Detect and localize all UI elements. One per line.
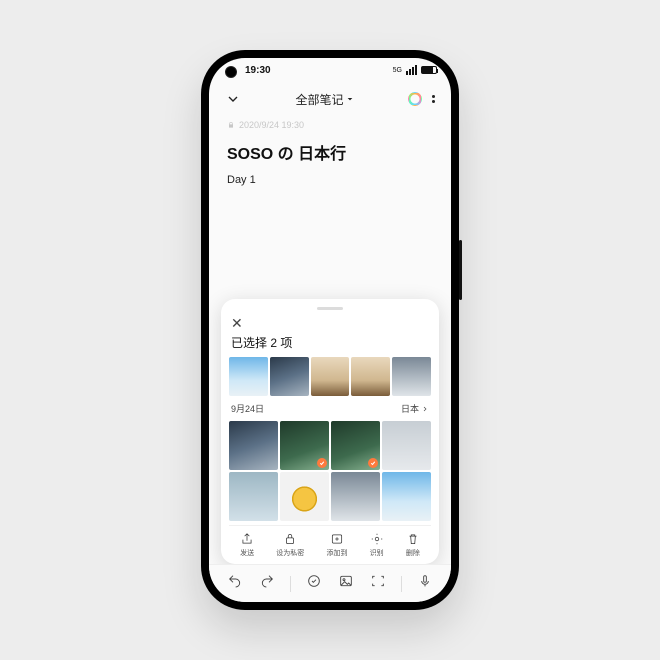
app-header: 全部笔记 xyxy=(209,82,451,116)
thumbnail[interactable] xyxy=(280,421,329,470)
share-button[interactable]: 发送 xyxy=(240,532,254,558)
more-button[interactable] xyxy=(432,95,435,103)
section-date: 9月24日 xyxy=(231,402,264,415)
checkmark-icon xyxy=(317,458,327,468)
editor-toolbar xyxy=(209,564,451,602)
back-button[interactable] xyxy=(225,91,241,107)
thumbnail[interactable] xyxy=(382,472,431,521)
toolbar-separator xyxy=(290,576,291,592)
insert-image-button[interactable] xyxy=(338,573,354,594)
thumbnail[interactable] xyxy=(331,421,380,470)
thumbnail[interactable] xyxy=(229,472,278,521)
thumbnail[interactable] xyxy=(229,421,278,470)
delete-button[interactable]: 删除 xyxy=(406,532,420,558)
set-private-button[interactable]: 设为私密 xyxy=(276,532,304,558)
phone-frame: 19:30 5G 全部笔记 2020/9/24 19:30 xyxy=(201,50,459,610)
signal-icon xyxy=(406,65,417,75)
sync-icon[interactable] xyxy=(408,92,422,106)
checklist-button[interactable] xyxy=(306,573,322,594)
redo-button[interactable] xyxy=(259,573,275,594)
front-camera xyxy=(225,66,237,78)
recognize-button[interactable]: 识别 xyxy=(370,532,384,558)
sheet-handle[interactable] xyxy=(317,307,343,310)
note-timestamp: 2020/9/24 19:30 xyxy=(239,120,304,130)
thumbnail-grid-day xyxy=(229,421,431,521)
status-network: 5G xyxy=(393,67,402,74)
battery-icon xyxy=(421,66,437,74)
notebook-selector[interactable]: 全部笔记 xyxy=(295,91,353,108)
chevron-right-icon xyxy=(421,405,429,413)
lock-icon xyxy=(227,121,235,129)
note-meta: 2020/9/24 19:30 xyxy=(209,116,451,134)
picker-actions: 发送 设为私密 添加到 识别 删除 xyxy=(229,525,431,560)
thumbnail[interactable] xyxy=(270,357,309,396)
selection-count: 已选择 2 项 xyxy=(229,334,431,357)
note-body[interactable]: Day 1 xyxy=(209,166,451,194)
thumbnail[interactable] xyxy=(280,472,329,521)
thumbnail[interactable] xyxy=(229,357,268,396)
notebook-title: 全部笔记 xyxy=(295,91,343,108)
thumbnail-grid-recent xyxy=(229,357,431,396)
section-header: 9月24日 日本 xyxy=(229,396,431,421)
power-button xyxy=(459,240,462,300)
thumbnail[interactable] xyxy=(331,472,380,521)
status-bar: 19:30 5G xyxy=(209,58,451,82)
note-title[interactable]: SOSO の 日本行 xyxy=(209,134,451,166)
chevron-down-icon xyxy=(346,95,354,103)
status-time: 19:30 xyxy=(245,65,271,76)
add-to-button[interactable]: 添加到 xyxy=(326,532,347,558)
thumbnail[interactable] xyxy=(382,421,431,470)
close-button[interactable]: ✕ xyxy=(229,316,431,334)
screen: 19:30 5G 全部笔记 2020/9/24 19:30 xyxy=(209,58,451,602)
toolbar-separator xyxy=(401,576,402,592)
image-picker-sheet: ✕ 已选择 2 项 9月24日 日本 xyxy=(221,299,439,564)
section-location-button[interactable]: 日本 xyxy=(401,402,429,415)
voice-button[interactable] xyxy=(417,573,433,594)
thumbnail[interactable] xyxy=(351,357,390,396)
checkmark-icon xyxy=(368,458,378,468)
thumbnail[interactable] xyxy=(311,357,350,396)
scan-button[interactable] xyxy=(370,573,386,594)
thumbnail[interactable] xyxy=(392,357,431,396)
undo-button[interactable] xyxy=(227,573,243,594)
